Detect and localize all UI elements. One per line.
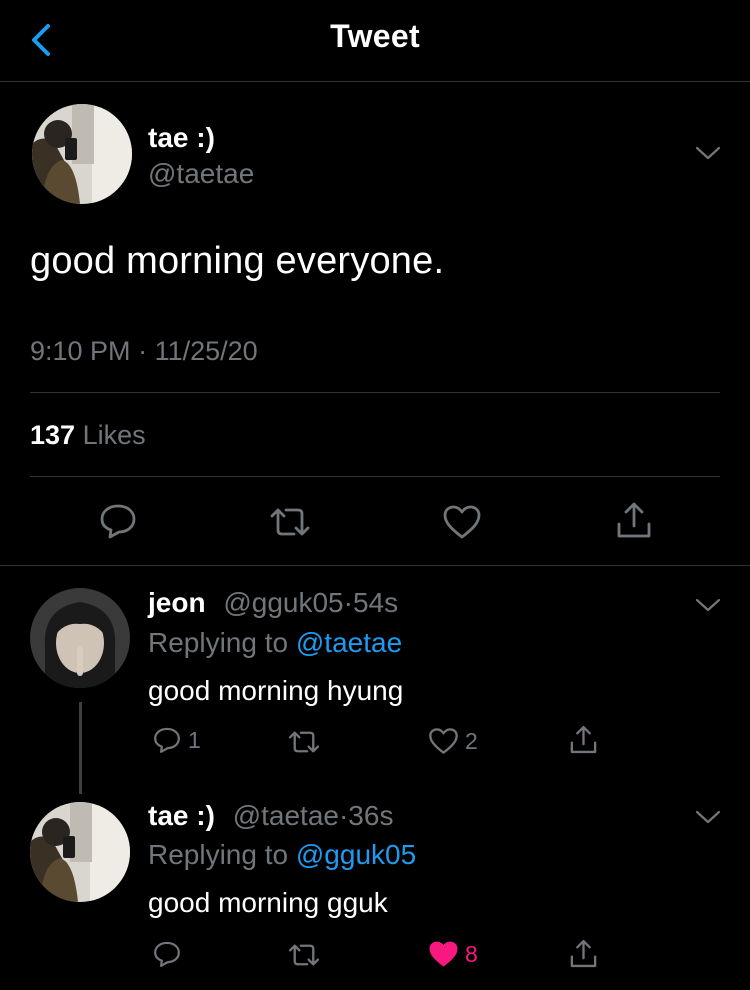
reply-button[interactable]: 1 xyxy=(152,726,201,754)
avatar[interactable] xyxy=(32,104,132,204)
chevron-down-icon xyxy=(695,598,721,612)
tweet-time: 9:10 PM xyxy=(30,336,131,366)
replying-prefix: Replying to xyxy=(148,839,289,870)
like-count: 8 xyxy=(465,940,478,967)
reply-icon xyxy=(100,504,136,539)
avatar-photo xyxy=(32,104,132,204)
retweet-icon xyxy=(270,508,310,536)
share-icon xyxy=(570,939,597,968)
avatar[interactable] xyxy=(30,802,130,902)
retweet-button[interactable] xyxy=(287,941,321,969)
like-button[interactable]: 2 xyxy=(428,727,478,755)
avatar-photo xyxy=(30,588,130,688)
avatar[interactable] xyxy=(30,588,130,688)
tweet-text: good morning everyone. xyxy=(30,240,445,282)
retweet-button[interactable] xyxy=(287,728,321,756)
like-count: 2 xyxy=(465,727,478,754)
display-name: tae :) xyxy=(148,122,215,153)
divider xyxy=(30,392,720,393)
more-options-button[interactable] xyxy=(694,144,722,167)
reply-header[interactable]: tae :) @taetae·36s xyxy=(148,800,393,832)
replying-to: Replying to @gguk05 xyxy=(148,839,416,871)
heart-icon xyxy=(429,728,458,754)
separator-dot: · xyxy=(138,336,148,366)
heart-filled-icon xyxy=(429,941,458,967)
like-button[interactable]: 8 xyxy=(428,940,478,968)
replying-to: Replying to @taetae xyxy=(148,627,402,659)
replying-prefix: Replying to xyxy=(148,627,289,658)
replying-to-link[interactable]: @taetae xyxy=(296,627,402,658)
likes-label: Likes xyxy=(82,420,146,450)
reply-button[interactable] xyxy=(98,502,138,540)
share-button[interactable] xyxy=(568,938,599,969)
handle: @taetae xyxy=(232,800,339,831)
likes-count: 137 xyxy=(30,420,76,450)
like-button[interactable] xyxy=(442,504,482,540)
display-name: tae :) xyxy=(148,800,215,831)
time-ago: 54s xyxy=(352,587,399,618)
retweet-icon xyxy=(288,731,320,753)
handle: @gguk05 xyxy=(223,587,344,618)
more-options-button[interactable] xyxy=(694,596,722,619)
time-ago: 36s xyxy=(348,800,394,831)
nav-divider xyxy=(0,81,750,82)
author-name[interactable]: tae :) xyxy=(148,122,215,154)
separator-dot: · xyxy=(338,800,349,831)
reply-icon xyxy=(154,941,180,967)
thread-line xyxy=(79,702,82,794)
tweet-timestamp[interactable]: 9:10 PM · 11/25/20 xyxy=(30,336,258,367)
page-title: Tweet xyxy=(330,18,420,54)
share-button[interactable] xyxy=(568,724,599,755)
chevron-down-icon xyxy=(695,810,721,824)
avatar-photo xyxy=(30,802,130,902)
more-options-button[interactable] xyxy=(694,808,722,831)
divider xyxy=(30,476,720,477)
share-button[interactable] xyxy=(614,500,654,540)
separator-dot: · xyxy=(343,587,353,618)
chevron-down-icon xyxy=(695,146,721,160)
retweet-button[interactable] xyxy=(268,504,312,540)
tweet-date: 11/25/20 xyxy=(154,336,258,366)
display-name: jeon xyxy=(148,587,206,618)
share-icon xyxy=(570,725,597,754)
reply-text: good morning gguk xyxy=(148,887,388,918)
author-handle[interactable]: @taetae xyxy=(148,158,254,190)
reply-text: good morning hyung xyxy=(148,675,404,706)
share-icon xyxy=(617,502,651,538)
reply-header[interactable]: jeon @gguk05·54s xyxy=(148,587,398,619)
likes-stat[interactable]: 137 Likes xyxy=(30,420,146,451)
heart-icon xyxy=(443,505,481,539)
replying-to-link[interactable]: @gguk05 xyxy=(296,839,416,870)
retweet-icon xyxy=(288,944,320,966)
divider xyxy=(0,565,750,566)
reply-button[interactable] xyxy=(152,940,182,968)
reply-icon xyxy=(154,727,180,753)
reply-count: 1 xyxy=(188,726,201,753)
